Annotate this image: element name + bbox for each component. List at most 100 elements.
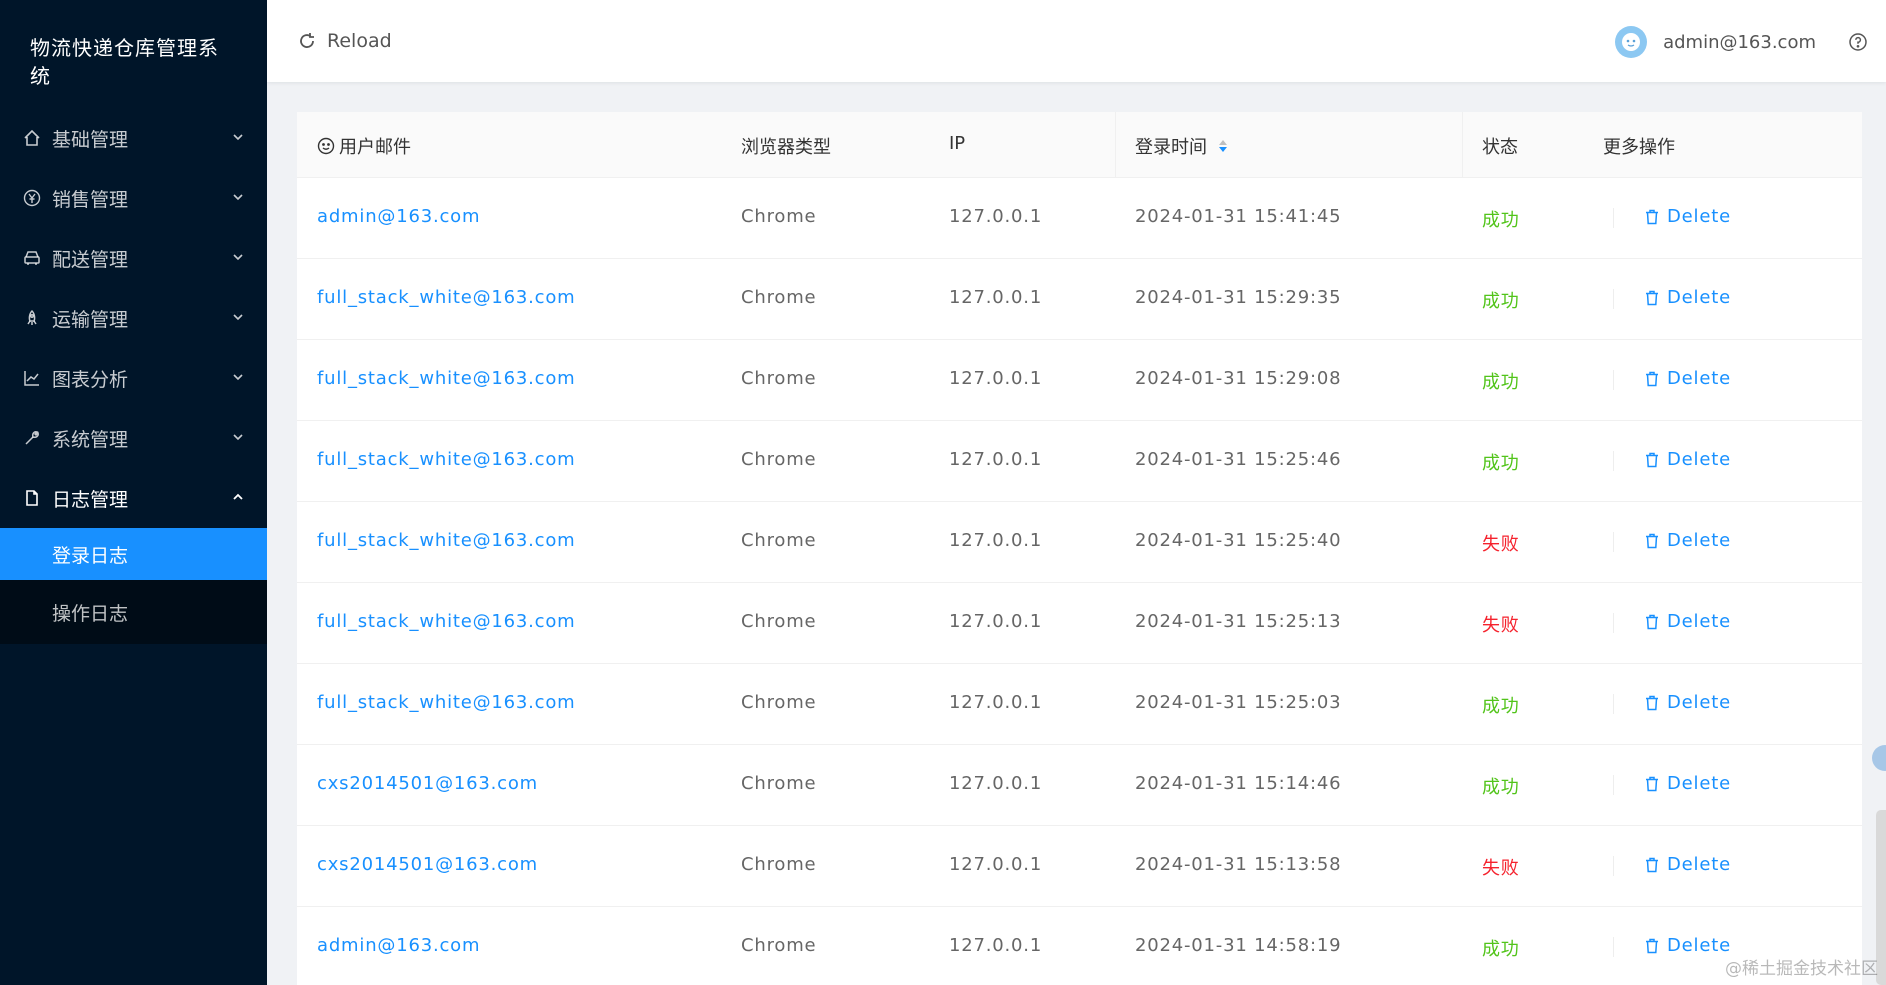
chevron-down-icon	[233, 254, 243, 261]
login-time-cell: 2024-01-31 15:14:46	[1135, 773, 1342, 794]
sidebar-item-label: 基础管理	[52, 128, 129, 151]
divider	[1613, 208, 1614, 228]
trash-icon	[1646, 695, 1658, 710]
chevron-up-icon	[233, 493, 243, 500]
chevron-down-icon	[233, 374, 243, 381]
user-email-link[interactable]: admin@163.com	[317, 935, 480, 956]
login-time-cell: 2024-01-31 15:25:40	[1135, 530, 1342, 551]
delete-button[interactable]: Delete	[1645, 854, 1731, 875]
sidebar-item-login-log[interactable]: 登录日志	[0, 528, 267, 580]
user-email-link[interactable]: full_stack_white@163.com	[317, 611, 576, 632]
col-header-time[interactable]: 登录时间	[1135, 133, 1229, 159]
help-icon[interactable]	[1848, 32, 1868, 52]
delete-button[interactable]: Delete	[1645, 773, 1731, 794]
chevron-down-icon	[233, 434, 243, 441]
status-badge: 成功	[1482, 291, 1520, 312]
ip-cell: 127.0.0.1	[949, 611, 1043, 632]
table-row: cxs2014501@163.com Chrome 127.0.0.1 2024-01…	[297, 745, 1862, 826]
watermark: @稀土掘金技术社区	[1725, 959, 1878, 979]
reload-button[interactable]: Reload	[297, 30, 392, 52]
browser-cell: Chrome	[741, 530, 817, 551]
sidebar-item-label: 销售管理	[52, 188, 129, 211]
sidebar-item-sales[interactable]: 销售管理	[0, 168, 267, 228]
trash-icon	[1646, 452, 1658, 467]
login-time-cell: 2024-01-31 15:25:13	[1135, 611, 1342, 632]
sidebar-item-delivery[interactable]: 配送管理	[0, 228, 267, 288]
status-badge: 失败	[1482, 534, 1520, 555]
ip-cell: 127.0.0.1	[949, 692, 1043, 713]
reload-label: Reload	[327, 30, 392, 52]
user-email-link[interactable]: admin@163.com	[317, 206, 480, 227]
user-email-link[interactable]: full_stack_white@163.com	[317, 692, 576, 713]
chevron-down-icon	[233, 194, 243, 201]
delete-button[interactable]: Delete	[1645, 692, 1731, 713]
floating-button[interactable]	[1872, 745, 1886, 771]
sidebar: 物流快递仓库管理系统 基础管理 销售管理 配送管理 运输管理 图表分析 系统管理…	[0, 0, 267, 985]
divider	[1613, 613, 1614, 633]
divider	[1613, 451, 1614, 471]
sidebar-item-label: 系统管理	[52, 428, 129, 451]
trash-icon	[1646, 533, 1658, 548]
delete-button[interactable]: Delete	[1645, 287, 1731, 308]
delete-button[interactable]: Delete	[1645, 449, 1731, 470]
browser-cell: Chrome	[741, 854, 817, 875]
car-icon	[22, 248, 42, 268]
delete-label: Delete	[1667, 368, 1731, 389]
divider	[1613, 856, 1614, 876]
reload-icon	[300, 33, 314, 48]
delete-label: Delete	[1667, 935, 1731, 956]
user-email-link[interactable]: full_stack_white@163.com	[317, 530, 576, 551]
delete-button[interactable]: Delete	[1645, 206, 1731, 227]
divider	[1613, 532, 1614, 552]
login-time-cell: 2024-01-31 15:25:46	[1135, 449, 1342, 470]
delete-button[interactable]: Delete	[1645, 611, 1731, 632]
table-row: full_stack_white@163.com Chrome 127.0.0.1 2…	[297, 421, 1862, 502]
user-menu[interactable]: admin@163.com	[1615, 26, 1816, 58]
ip-cell: 127.0.0.1	[949, 935, 1043, 956]
sidebar-item-transport[interactable]: 运输管理	[0, 288, 267, 348]
login-time-cell: 2024-01-31 15:29:35	[1135, 287, 1342, 308]
login-log-table: 用户邮件 浏览器类型 IP 登录时间 状态 更多操作 admin@163.com…	[297, 112, 1862, 985]
tool-icon	[22, 428, 42, 448]
divider	[1613, 775, 1614, 795]
user-email: admin@163.com	[1663, 31, 1816, 53]
col-header-actions: 更多操作	[1603, 137, 1675, 158]
sidebar-item-operation-log[interactable]: 操作日志	[0, 580, 267, 644]
sort-icon[interactable]	[1217, 138, 1229, 154]
user-email-link[interactable]: cxs2014501@163.com	[317, 854, 538, 875]
trash-icon	[1646, 776, 1658, 791]
delete-label: Delete	[1667, 773, 1731, 794]
ip-cell: 127.0.0.1	[949, 773, 1043, 794]
line-chart-icon	[22, 368, 42, 388]
column-divider	[1115, 112, 1116, 178]
table-row: full_stack_white@163.com Chrome 127.0.0.1 2…	[297, 664, 1862, 745]
ip-cell: 127.0.0.1	[949, 206, 1043, 227]
user-email-link[interactable]: cxs2014501@163.com	[317, 773, 538, 794]
user-email-link[interactable]: full_stack_white@163.com	[317, 368, 576, 389]
trash-icon	[1646, 938, 1658, 953]
delete-button[interactable]: Delete	[1645, 935, 1731, 956]
delete-button[interactable]: Delete	[1645, 368, 1731, 389]
user-email-link[interactable]: full_stack_white@163.com	[317, 449, 576, 470]
yen-icon	[22, 188, 42, 208]
divider	[1613, 937, 1614, 957]
delete-label: Delete	[1667, 287, 1731, 308]
delete-button[interactable]: Delete	[1645, 530, 1731, 551]
delete-label: Delete	[1667, 449, 1731, 470]
ip-cell: 127.0.0.1	[949, 449, 1043, 470]
sidebar-item-system[interactable]: 系统管理	[0, 408, 267, 468]
trash-icon	[1646, 209, 1658, 224]
browser-cell: Chrome	[741, 692, 817, 713]
trash-icon	[1646, 371, 1658, 386]
table-header: 用户邮件 浏览器类型 IP 登录时间 状态 更多操作	[297, 112, 1862, 178]
sidebar-item-basic[interactable]: 基础管理	[0, 108, 267, 168]
status-badge: 成功	[1482, 939, 1520, 960]
delete-label: Delete	[1667, 206, 1731, 227]
sidebar-item-logs[interactable]: 日志管理	[0, 468, 267, 528]
sidebar-item-charts[interactable]: 图表分析	[0, 348, 267, 408]
divider	[1613, 289, 1614, 309]
user-email-link[interactable]: full_stack_white@163.com	[317, 287, 576, 308]
column-divider	[1462, 112, 1463, 178]
ip-cell: 127.0.0.1	[949, 530, 1043, 551]
app-title: 物流快递仓库管理系统	[30, 36, 219, 88]
